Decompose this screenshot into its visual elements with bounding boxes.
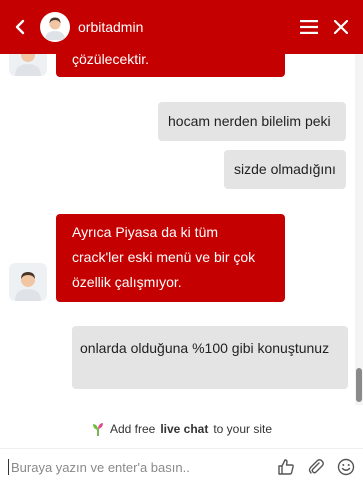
emoji-icon[interactable] (333, 449, 359, 485)
agent-avatar (9, 263, 47, 301)
message-list: çözülecektir. hocam nerden bilelim peki … (0, 0, 355, 405)
scrollbar-thumb[interactable] (356, 368, 362, 402)
user-message: hocam nerden bilelim peki (158, 102, 346, 141)
message-scrollbar[interactable] (355, 54, 363, 405)
close-icon[interactable] (325, 0, 357, 54)
user-message: onlarda olduğuna %100 gibi konuştunuz (72, 326, 348, 389)
tawk-logo-icon (92, 423, 103, 436)
branding-suffix: to your site (213, 422, 273, 436)
branding-link[interactable]: Add free live chat to your site (0, 410, 363, 448)
message-input[interactable] (8, 459, 273, 475)
thumbs-up-icon[interactable] (273, 449, 299, 485)
chevron-left-icon[interactable] (0, 0, 40, 54)
message-composer (0, 448, 363, 485)
header-avatar (40, 12, 70, 42)
user-message: sizde olmadığını (224, 150, 346, 189)
agent-name: orbitadmin (78, 19, 144, 35)
hamburger-menu-icon[interactable] (293, 0, 325, 54)
agent-message: Ayrıca Piyasa da ki tüm crack'ler eski m… (56, 214, 285, 302)
branding-highlight: live chat (160, 422, 209, 436)
branding-prefix: Add free (109, 422, 156, 436)
chat-header: orbitadmin (0, 0, 363, 54)
attachment-icon[interactable] (303, 449, 329, 485)
